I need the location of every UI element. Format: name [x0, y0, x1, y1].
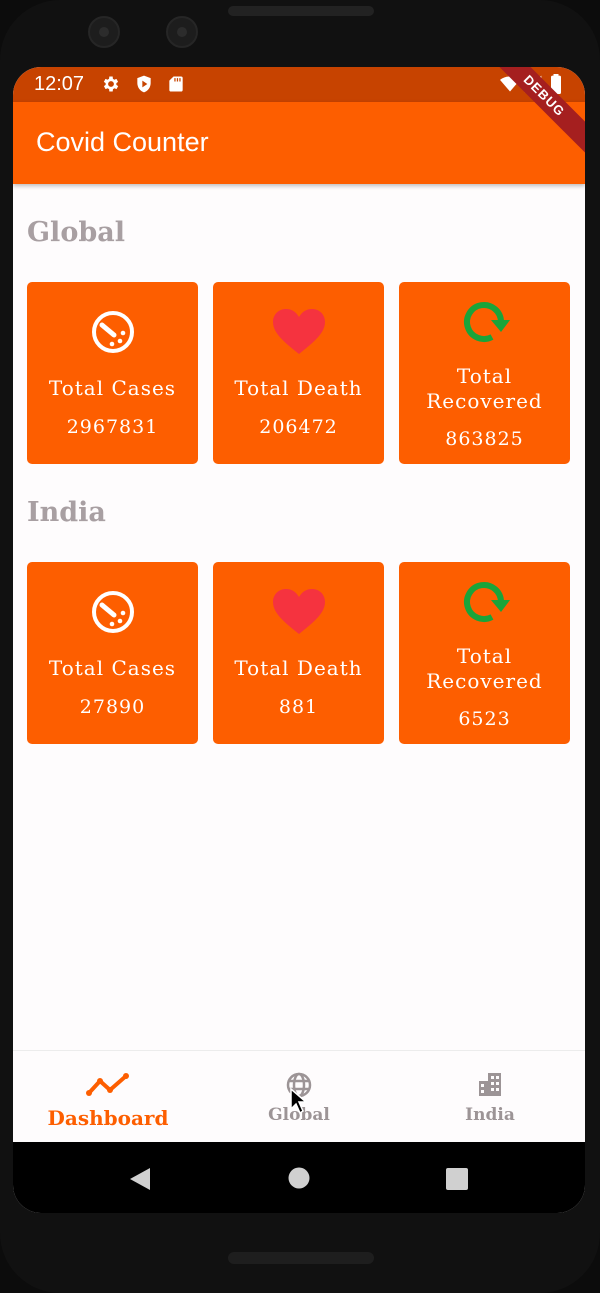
card-value: 863825: [445, 428, 524, 450]
app-bar: Covid Counter: [13, 102, 585, 184]
front-camera: [88, 16, 120, 48]
trending-up-icon: [86, 1073, 129, 1096]
card-value: 881: [278, 696, 319, 718]
card-label-line2: Recovered: [426, 669, 543, 693]
shield-play-icon: [137, 75, 151, 93]
recents-icon[interactable]: [446, 1168, 468, 1190]
card-label: Total Recovered: [399, 364, 570, 414]
card-value: 206472: [259, 416, 338, 438]
card-label: Total Death: [234, 376, 363, 400]
phone-frame: 12:07 Covid Counter DEBUG Global Total C…: [0, 0, 600, 1293]
card-india-total-death[interactable]: Total Death 881: [213, 562, 384, 744]
card-label: Total Death: [234, 656, 363, 680]
speedometer-icon: [27, 588, 198, 640]
card-global-total-cases[interactable]: Total Cases 2967831: [27, 282, 198, 464]
card-global-total-death[interactable]: Total Death 206472: [213, 282, 384, 464]
home-icon[interactable]: [288, 1167, 310, 1189]
status-bar: 12:07: [13, 67, 585, 102]
status-time: 12:07: [34, 73, 85, 95]
card-label: Total Cases: [48, 656, 177, 680]
mouse-cursor-icon: [290, 1087, 309, 1115]
nav-label-india: India: [465, 1105, 515, 1125]
card-india-total-recovered[interactable]: Total Recovered 6523: [399, 562, 570, 744]
card-label-line1: Total: [456, 364, 513, 388]
speedometer-icon: [27, 308, 198, 360]
back-icon[interactable]: [128, 1167, 152, 1191]
bottom-navigation: Dashboard Global India: [13, 1050, 585, 1143]
front-sensor: [166, 16, 198, 48]
building-icon: [479, 1073, 501, 1096]
heart-icon: [213, 588, 384, 640]
refresh-icon: [399, 298, 570, 350]
card-label: Total Recovered: [399, 644, 570, 694]
card-label-line1: Total: [456, 644, 513, 668]
section-title-india: India: [27, 497, 106, 528]
nav-item-global[interactable]: Global: [204, 1051, 394, 1143]
sd-card-icon: [169, 76, 183, 92]
card-value: 27890: [79, 696, 146, 718]
refresh-icon: [399, 578, 570, 630]
card-value: 6523: [458, 708, 511, 730]
card-global-total-recovered[interactable]: Total Recovered 863825: [399, 282, 570, 464]
nav-item-dashboard[interactable]: Dashboard: [13, 1051, 203, 1143]
card-india-total-cases[interactable]: Total Cases 27890: [27, 562, 198, 744]
settings-icon: [103, 76, 119, 92]
card-value: 2967831: [66, 416, 159, 438]
nav-label-dashboard: Dashboard: [47, 1106, 169, 1130]
earpiece-speaker: [228, 6, 374, 16]
nav-item-india[interactable]: India: [395, 1051, 585, 1143]
app-screen: 12:07 Covid Counter DEBUG Global Total C…: [13, 67, 585, 1213]
card-label-line2: Recovered: [426, 389, 543, 413]
section-title-global: Global: [27, 217, 125, 248]
app-title: Covid Counter: [36, 127, 209, 157]
card-label: Total Cases: [48, 376, 177, 400]
heart-icon: [213, 308, 384, 360]
bottom-speaker: [228, 1252, 374, 1264]
system-navigation-bar: [13, 1142, 585, 1213]
